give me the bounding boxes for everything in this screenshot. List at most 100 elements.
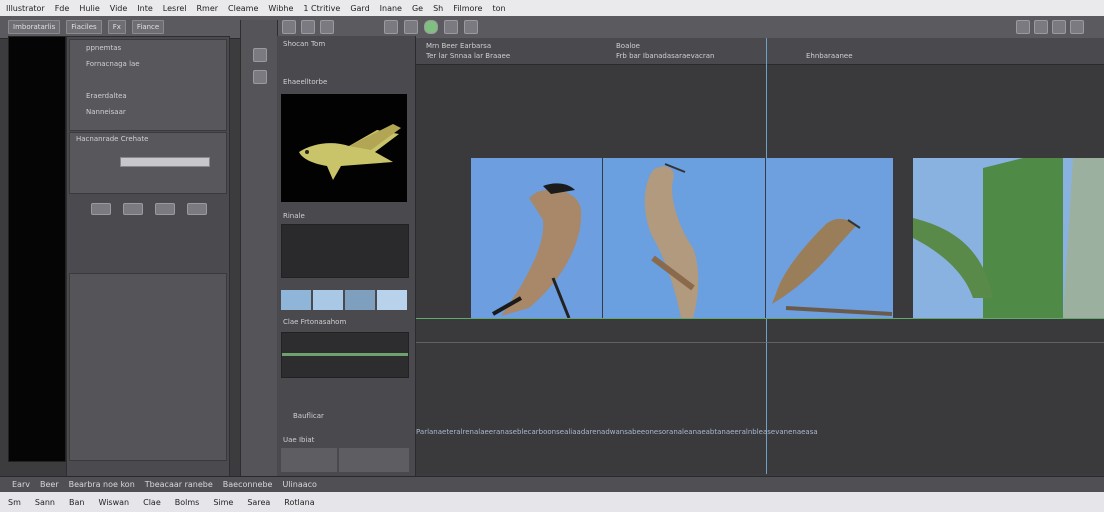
taskbar-item[interactable]: Clae <box>143 498 161 507</box>
menu-item[interactable]: Ge <box>412 4 423 13</box>
status-label: Earv <box>12 480 30 489</box>
taskbar-item[interactable]: Ban <box>69 498 84 507</box>
taskbar-item[interactable]: Sarea <box>247 498 270 507</box>
bird-clip-3[interactable] <box>766 158 893 318</box>
menu-item[interactable]: Gard <box>350 4 369 13</box>
minimize-icon[interactable] <box>1016 20 1030 34</box>
taskbar-item[interactable]: Rotlana <box>284 498 314 507</box>
program-label: Ehaeelltorbe <box>283 78 328 86</box>
bird-image <box>471 158 602 318</box>
track-divider <box>416 342 1104 343</box>
program-label: Uae Ibiat <box>283 436 315 444</box>
bird-preview-image <box>299 124 401 180</box>
menu-item[interactable]: Sh <box>433 4 443 13</box>
view-button[interactable]: Fiance <box>131 20 165 34</box>
menu-item[interactable]: Filmore <box>453 4 482 13</box>
effects-button[interactable]: Fx <box>107 20 126 34</box>
ruler-label: Ter lar Snnaa lar Braaee <box>426 52 511 60</box>
track-label: Parlanaeteralrenalaeeranaseblecarboonsea… <box>416 428 818 436</box>
menu-item[interactable]: Cleame <box>228 4 258 13</box>
play-icon[interactable] <box>91 203 111 215</box>
menu-item[interactable]: Fde <box>55 4 70 13</box>
audio-track <box>281 332 409 378</box>
menu-item[interactable]: Wibhe <box>268 4 293 13</box>
zoom-tool-icon[interactable] <box>301 20 315 34</box>
mute-icon[interactable] <box>155 203 175 215</box>
empty-panel <box>69 273 227 461</box>
menu-item[interactable]: Inte <box>137 4 153 13</box>
export-icon[interactable] <box>464 20 478 34</box>
status-item: Tbeacaar ranebe <box>144 480 213 489</box>
taskbar-item[interactable]: Sann <box>35 498 55 507</box>
status-item: Baeconnebe <box>222 480 273 489</box>
ruler-label: Mrn Beer Earbarsa <box>426 42 492 50</box>
plant-clip[interactable] <box>913 158 1104 318</box>
filmstrip[interactable] <box>281 290 407 310</box>
ruler-label: Frb bar Ibanadasaraevacran <box>616 52 715 60</box>
effects-panel: ppnemtas Fornacnaga lae Eraerdaltea Nann… <box>66 36 230 478</box>
effect-section-label: Hacnanrade Crehate <box>76 135 149 143</box>
menu-item[interactable]: Rmer <box>196 4 218 13</box>
status-item: Bearbra noe kon <box>68 480 135 489</box>
restore-icon[interactable] <box>1034 20 1048 34</box>
status-item: Beer <box>39 480 59 489</box>
menu-item[interactable]: 1 Ctritive <box>303 4 340 13</box>
effects-row[interactable]: Eraerdaltea <box>86 92 127 100</box>
menu-item[interactable]: Hulie <box>79 4 99 13</box>
effects-row[interactable]: Nanneisaar <box>86 108 126 116</box>
settings-icon[interactable] <box>187 203 207 215</box>
menu-bar: Illustrator Fde Hulie Vide Inte Lesrel Rmer Cle… <box>0 0 1104 16</box>
bird-image <box>766 158 893 318</box>
menu-item[interactable]: ton <box>492 4 505 13</box>
ripple-icon[interactable] <box>253 70 267 84</box>
ruler-label: Boaloe <box>616 42 640 50</box>
bird-clip-1[interactable] <box>471 158 602 318</box>
taskbar-item[interactable]: Bolms <box>175 498 200 507</box>
program-header: Shocan Tom <box>283 40 326 48</box>
tools-column <box>240 20 278 476</box>
timeline-ruler: Mrn Beer Earbarsa Ter lar Snnaa lar Braa… <box>416 38 1104 65</box>
effect-slider[interactable] <box>120 157 210 167</box>
render-icon[interactable] <box>444 20 458 34</box>
bottom-bar: Sm Sann Ban Wiswan Clae Bolms Sime Sarea Rotlana <box>0 492 1104 512</box>
effect-buttons <box>91 203 207 215</box>
track-divider <box>416 318 1104 319</box>
mini-panel <box>281 448 337 472</box>
bird-image <box>603 158 765 318</box>
effects-header: ppnemtas <box>86 44 122 52</box>
program-panel: Shocan Tom Ehaeelltorbe Rinale Clae Frto… <box>277 36 416 476</box>
menu-item[interactable]: Inane <box>380 4 402 13</box>
plant-image <box>913 158 1104 318</box>
menu-item[interactable]: Illustrator <box>6 4 45 13</box>
taskbar-item[interactable]: Sime <box>213 498 233 507</box>
bird-clip-2[interactable] <box>603 158 765 318</box>
status-bar: Earv Beer Bearbra noe kon Tbeacaar ranebe Ba… <box>0 476 1104 492</box>
menu-item[interactable]: Lesrel <box>163 4 187 13</box>
menu-item[interactable]: Vide <box>110 4 128 13</box>
taskbar-item[interactable]: Sm <box>8 498 21 507</box>
effects-row[interactable]: Fornacnaga lae <box>86 60 140 68</box>
close-icon[interactable] <box>1070 20 1084 34</box>
program-label: Rinale <box>283 212 305 220</box>
link-icon[interactable] <box>404 20 418 34</box>
marker-icon[interactable] <box>384 20 398 34</box>
program-label: Bauflicar <box>293 412 324 420</box>
loop-icon[interactable] <box>123 203 143 215</box>
waveform-area <box>281 224 409 278</box>
taskbar-item[interactable]: Wiswan <box>98 498 129 507</box>
ruler-label: Ehnbaraanee <box>806 52 853 60</box>
status-item: Ulinaaco <box>282 480 317 489</box>
workspace-button[interactable]: Imboratarlis <box>8 20 61 34</box>
snap-icon[interactable] <box>424 20 438 34</box>
layout-icon[interactable] <box>1052 20 1066 34</box>
source-monitor <box>8 36 66 462</box>
effect-controls: Hacnanrade Crehate <box>69 132 227 194</box>
track-select-icon[interactable] <box>253 48 267 62</box>
file-button[interactable]: Fiaciles <box>66 20 102 34</box>
effects-list: ppnemtas Fornacnaga lae Eraerdaltea Nann… <box>69 39 227 131</box>
program-label: Clae Frtonasahom <box>283 318 347 326</box>
program-preview <box>281 94 407 202</box>
slip-tool-icon[interactable] <box>320 20 334 34</box>
mini-panel <box>339 448 409 472</box>
hand-tool-icon[interactable] <box>282 20 296 34</box>
